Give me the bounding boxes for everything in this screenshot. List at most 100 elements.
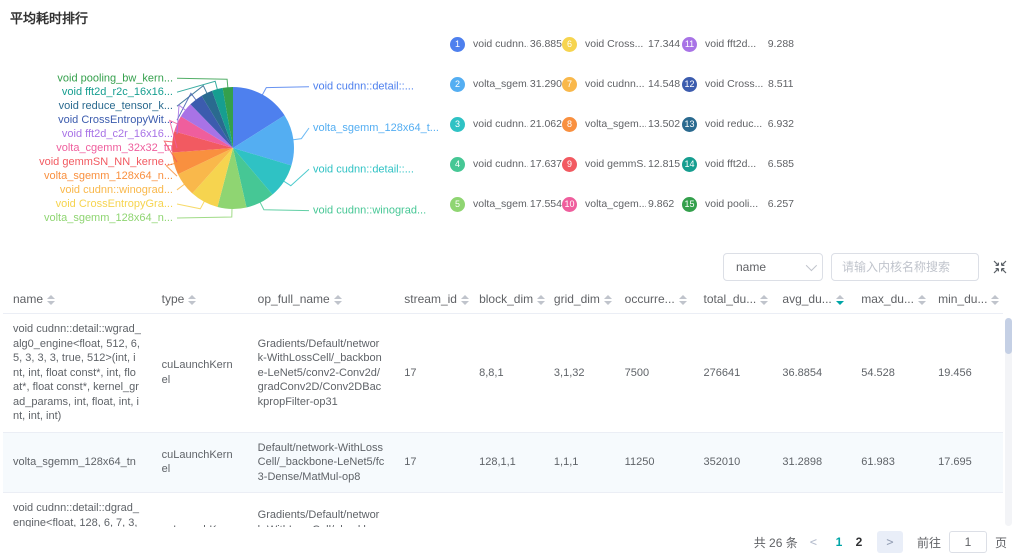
pie-label: volta_sgemm_128x64_t... — [313, 122, 439, 134]
table-scrollbar[interactable] — [1005, 318, 1012, 526]
legend-kernel-value: 9.288 — [768, 38, 794, 50]
legend-item[interactable]: 4void cudnn...17.637 — [450, 144, 562, 184]
column-header-stream_id[interactable]: stream_id — [394, 285, 469, 314]
legend-kernel-value: 21.062 — [530, 118, 562, 130]
cell-stream_id: 17 — [394, 314, 469, 433]
pagination-goto-input[interactable] — [949, 531, 987, 553]
legend-rank-badge: 5 — [450, 197, 465, 212]
legend-item[interactable]: 15void pooli...6.257 — [682, 184, 794, 224]
legend-rank-badge: 8 — [562, 117, 577, 132]
column-label: grid_dim — [554, 292, 600, 306]
legend-kernel-value: 31.290 — [530, 78, 562, 90]
pagination: 共 26 条 < 12 > 前往 页 — [746, 531, 1007, 553]
legend-rank-badge: 14 — [682, 157, 697, 172]
column-header-block_dim[interactable]: block_dim — [469, 285, 544, 314]
sort-carets-icon[interactable] — [188, 295, 196, 305]
legend-item[interactable]: 9void gemmS...12.815 — [562, 144, 682, 184]
table-row: void cudnn::detail::dgrad_engine<float, … — [3, 493, 1003, 527]
sort-carets-icon[interactable] — [537, 295, 545, 305]
column-header-op_full_name[interactable]: op_full_name — [248, 285, 395, 314]
sort-carets-icon[interactable] — [991, 295, 999, 305]
pagination-next-button[interactable]: > — [877, 531, 903, 553]
cell-min_duration: 19.744 — [928, 493, 1003, 527]
column-header-max_duration[interactable]: max_du... — [851, 285, 928, 314]
legend-kernel-value: 17.637 — [530, 158, 562, 170]
pagination-prev-button[interactable]: < — [806, 535, 821, 549]
kernel-search-input[interactable] — [831, 253, 979, 281]
pagination-page-2[interactable]: 2 — [849, 535, 869, 549]
legend-rank-badge: 4 — [450, 157, 465, 172]
column-label: stream_id — [404, 292, 457, 306]
pie-label-line — [177, 208, 232, 218]
cell-name: void cudnn::detail::dgrad_engine<float, … — [3, 493, 152, 527]
cell-min_duration: 19.456 — [928, 314, 1003, 433]
pie-label-line — [177, 201, 205, 209]
column-header-occurrence[interactable]: occurre... — [615, 285, 694, 314]
pie-label: void cudnn::detail::... — [313, 81, 414, 93]
legend-kernel-name: void reduc... — [705, 118, 766, 130]
legend-item[interactable]: 10volta_cgem...9.862 — [562, 184, 682, 224]
cell-grid_dim: 3,1,32 — [544, 314, 615, 433]
legend-kernel-value: 6.932 — [768, 118, 794, 130]
sort-carets-icon[interactable] — [334, 295, 342, 305]
cell-stream_id: 17 — [394, 432, 469, 493]
legend-kernel-value: 13.502 — [648, 118, 680, 130]
cell-total_duration: 352010 — [694, 432, 773, 493]
cell-grid_dim: 1,1,1 — [544, 432, 615, 493]
legend-kernel-name: void fft2d... — [705, 158, 766, 170]
legend-kernel-name: void Cross... — [585, 38, 646, 50]
search-field-value: name — [736, 260, 766, 274]
legend-kernel-value: 6.257 — [768, 198, 794, 210]
legend-item[interactable]: 3void cudnn...21.062 — [450, 104, 562, 144]
legend-item[interactable]: 5volta_sgem...17.554 — [450, 184, 562, 224]
cell-avg_duration: 31.2898 — [772, 432, 851, 493]
sort-carets-icon[interactable] — [604, 295, 612, 305]
legend-item[interactable]: 2volta_sgem...31.290 — [450, 64, 562, 104]
column-label: op_full_name — [258, 292, 330, 306]
kernel-table: nametype op_full_name stream_id block_dim gr… — [3, 285, 1003, 527]
cell-block_dim: 8,8,1 — [469, 314, 544, 433]
pagination-goto-label: 前往 — [917, 534, 941, 551]
sort-carets-icon[interactable] — [47, 295, 55, 305]
cell-type: cuLaunchKernel — [152, 314, 248, 433]
legend-rank-badge: 9 — [562, 157, 577, 172]
column-header-name[interactable]: name — [3, 285, 152, 314]
pie-label: volta_cgemm_32x32_tn — [56, 142, 173, 154]
cell-op_full_name: Default/network-WithLossCell/_backbone-L… — [248, 432, 395, 493]
column-header-avg_duration[interactable]: avg_du... — [772, 285, 851, 314]
legend-item[interactable]: 13void reduc...6.932 — [682, 104, 794, 144]
column-header-min_duration[interactable]: min_du... — [928, 285, 1003, 314]
column-header-grid_dim[interactable]: grid_dim — [544, 285, 615, 314]
pie-label: void pooling_bw_kern... — [57, 72, 173, 84]
legend-item[interactable]: 14void fft2d...6.585 — [682, 144, 794, 184]
fullscreen-icon[interactable] — [993, 260, 1007, 274]
legend-item[interactable]: 8 volta_sgem...13.502 — [562, 104, 682, 144]
column-header-type[interactable]: type — [152, 285, 248, 314]
column-header-total_duration[interactable]: total_du... — [694, 285, 773, 314]
sort-carets-icon[interactable] — [461, 295, 469, 305]
legend-rank-badge: 12 — [682, 77, 697, 92]
table-row: volta_sgemm_128x64_tncuLaunchKernelDefau… — [3, 432, 1003, 493]
sort-carets-icon[interactable] — [836, 295, 844, 305]
legend-kernel-name: volta_sgem... — [585, 118, 646, 130]
legend-item[interactable]: 11void fft2d...9.288 — [682, 24, 794, 64]
legend-kernel-name: void cudnn... — [585, 78, 646, 90]
legend-item[interactable]: 6void Cross...17.344 — [562, 24, 682, 64]
sort-carets-icon[interactable] — [760, 295, 768, 305]
legend-kernel-name: void gemmS... — [585, 158, 646, 170]
cell-max_duration: 54.528 — [851, 314, 928, 433]
sort-carets-icon[interactable] — [679, 295, 687, 305]
legend-kernel-name: void fft2d... — [705, 38, 766, 50]
legend-kernel-value: 14.548 — [648, 78, 680, 90]
chevron-down-icon — [806, 260, 817, 271]
search-field-select[interactable]: name — [723, 253, 823, 281]
table-scrollbar-thumb[interactable] — [1005, 318, 1012, 354]
pagination-total: 共 26 条 — [754, 534, 798, 551]
pagination-page-1[interactable]: 1 — [829, 535, 849, 549]
legend-item[interactable]: 7void cudnn...14.548 — [562, 64, 682, 104]
legend-kernel-value: 36.885 — [530, 38, 562, 50]
cell-type: cuLaunchKernel — [152, 432, 248, 493]
legend-item[interactable]: 12void Cross...8.511 — [682, 64, 794, 104]
legend-item[interactable]: 1void cudnn...36.885 — [450, 24, 562, 64]
sort-carets-icon[interactable] — [918, 295, 926, 305]
